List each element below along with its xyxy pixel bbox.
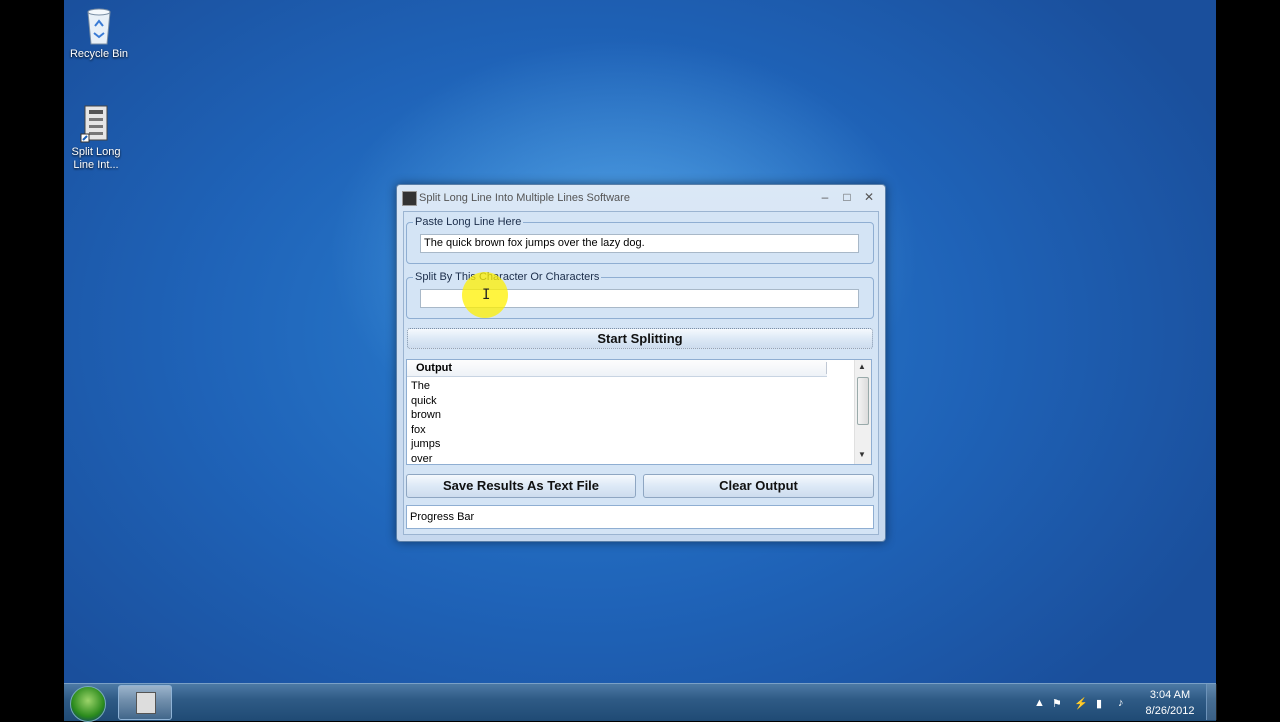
power-icon[interactable]: ⚡ <box>1074 697 1088 710</box>
minimize-button[interactable]: – <box>815 189 835 205</box>
clear-output-button[interactable]: Clear Output <box>643 474 874 498</box>
clock-date[interactable]: 8/26/2012 <box>1140 705 1200 717</box>
desktop-icon-recycle-bin[interactable]: Recycle Bin <box>64 6 134 61</box>
long-line-input[interactable]: The quick brown fox jumps over the lazy … <box>420 234 859 253</box>
output-column-header[interactable]: Output <box>407 360 827 377</box>
column-separator <box>826 362 827 374</box>
split-char-label: Split By This Character Or Characters <box>413 271 602 283</box>
scroll-down-arrow-icon[interactable]: ▼ <box>858 450 866 459</box>
show-desktop-button[interactable] <box>1206 684 1217 720</box>
app-shortcut-icon <box>79 104 113 144</box>
output-header-label: Output <box>416 362 453 374</box>
desktop-icon-label: Recycle Bin <box>69 48 129 60</box>
list-item[interactable]: The <box>411 379 441 394</box>
output-scrollbar[interactable]: ▲ ▼ <box>854 360 871 464</box>
flag-icon[interactable]: ⚑ <box>1052 697 1062 710</box>
clock-time[interactable]: 3:04 AM <box>1144 689 1196 701</box>
scroll-thumb[interactable] <box>857 377 869 425</box>
window-title: Split Long Line Into Multiple Lines Soft… <box>419 192 630 204</box>
window-titlebar[interactable]: Split Long Line Into Multiple Lines Soft… <box>397 185 885 211</box>
list-item[interactable]: fox <box>411 423 441 438</box>
output-list: The quick brown fox jumps over <box>411 379 441 466</box>
save-results-button[interactable]: Save Results As Text File <box>406 474 636 498</box>
list-item[interactable]: jumps <box>411 437 441 452</box>
start-splitting-button[interactable]: Start Splitting <box>407 328 873 349</box>
show-hidden-icon[interactable]: ▲ <box>1034 697 1045 709</box>
taskbar-app-button[interactable] <box>118 685 172 720</box>
progress-bar-label: Progress Bar <box>410 511 475 523</box>
progress-bar: Progress Bar <box>406 505 874 529</box>
scroll-up-arrow-icon[interactable]: ▲ <box>858 362 866 371</box>
close-button[interactable]: ✕ <box>859 189 879 205</box>
volume-icon[interactable]: ♪ <box>1118 697 1124 709</box>
paste-line-label: Paste Long Line Here <box>413 216 524 228</box>
start-button[interactable] <box>70 686 106 722</box>
output-listview[interactable]: Output The quick brown fox jumps over ▲ … <box>406 359 872 465</box>
list-item[interactable]: over <box>411 452 441 467</box>
desktop-icon-label: Split Long Line Int... <box>71 146 121 171</box>
recycle-bin-icon <box>82 6 116 46</box>
network-icon[interactable]: ▮ <box>1096 697 1102 710</box>
desktop-icon-split-app[interactable]: Split Long Line Int... <box>64 104 131 172</box>
list-item[interactable]: brown <box>411 408 441 423</box>
list-item[interactable]: quick <box>411 394 441 409</box>
text-cursor-icon: I <box>482 287 491 303</box>
maximize-button[interactable]: □ <box>837 189 857 205</box>
app-taskbar-icon <box>136 692 156 714</box>
app-title-icon <box>402 191 417 206</box>
